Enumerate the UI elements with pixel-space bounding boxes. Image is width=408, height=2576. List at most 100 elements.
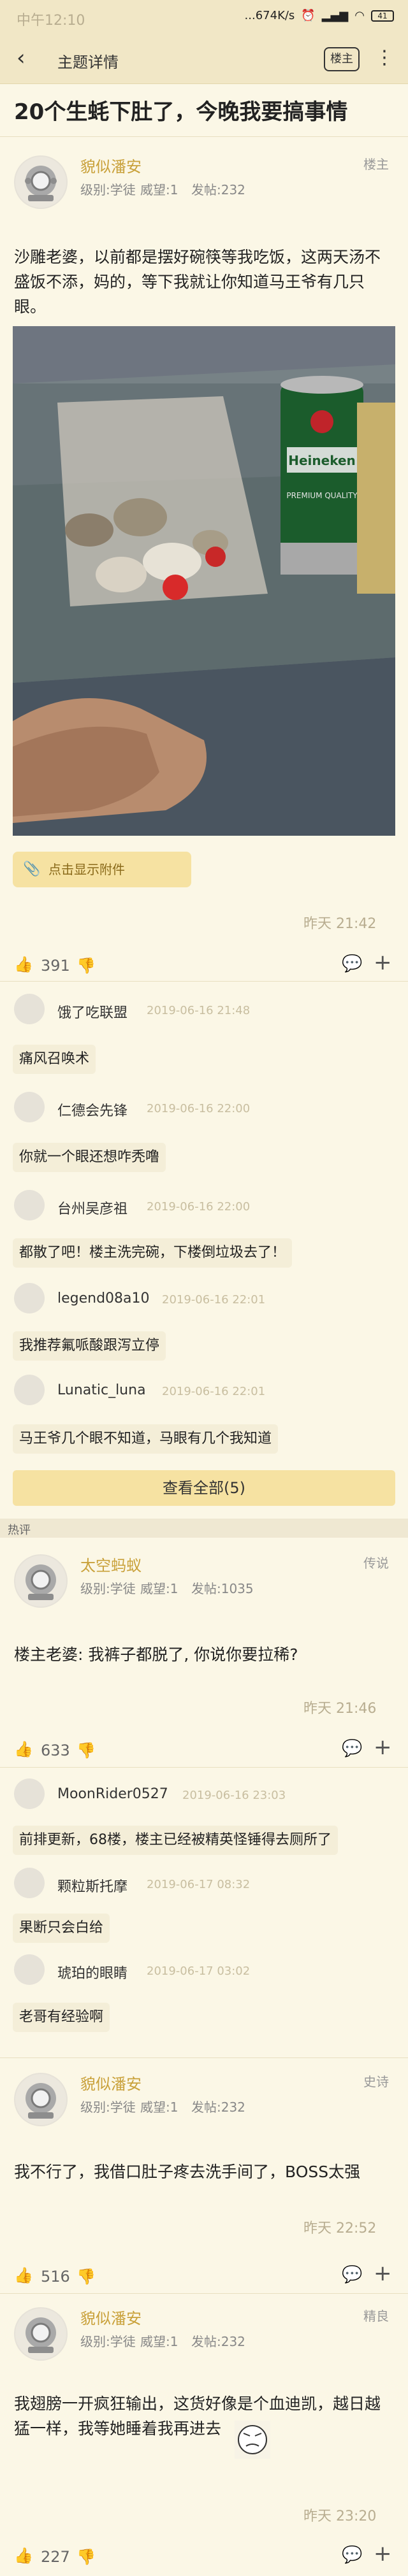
user-level: 级别:学徒 [80,1581,136,1596]
meme-face-icon [235,2421,270,2459]
plus-icon[interactable]: + [374,1736,392,1758]
comment-author[interactable]: 琥珀的眼睛 [57,1962,127,1982]
comment-time: 2019-06-16 22:01 [162,1293,266,1306]
avatar[interactable] [14,1868,45,1898]
avatar[interactable] [14,155,68,209]
thumbs-down-icon[interactable]: 👎 [76,2548,96,2566]
post-text: 楼主老婆: 我裤子都脱了, 你说你要拉稀? [14,1645,298,1664]
comment-icon[interactable]: 💬 [342,954,362,973]
avatar[interactable] [14,994,45,1024]
diving-helmet-icon [15,1556,66,1606]
post-photo[interactable]: Heineken PREMIUM QUALITY [13,326,395,836]
comment-author[interactable]: legend08a10 [57,1291,150,1306]
comment-author[interactable]: 台州吴彦祖 [57,1198,127,1218]
like-count: 227 [41,2548,70,2566]
post-text: 沙雕老婆，以前都是摆好碗筷等我吃饭，这两天汤不盛饭不添，妈的，等下我就让你知道马… [14,248,381,316]
divider [0,981,408,982]
status-bar: 中午12:10 ...674K/s ⏰ ▂▄▆ ◠ 41 [0,0,408,33]
battery-icon: 41 [371,10,394,22]
divider [0,1767,408,1768]
avatar[interactable] [14,1778,45,1809]
post-author[interactable]: 貌似潘安 [80,2306,142,2328]
thumbs-down-icon[interactable]: 👎 [76,1742,96,1759]
post-author[interactable]: 貌似潘安 [80,2072,142,2094]
comment-text: 果断只会白给 [13,1914,110,1943]
comment-time: 2019-06-16 23:03 [182,1789,286,1802]
thumbs-up-icon[interactable]: 👍 [14,2547,33,2565]
avatar[interactable] [14,2073,68,2126]
thumbs-up-icon[interactable]: 👍 [14,955,33,973]
thumbs-up-icon[interactable]: 👍 [14,1740,33,1758]
alarm-icon: ⏰ [301,9,316,22]
avatar[interactable] [14,1554,68,1608]
comment-author[interactable]: 仁德会先锋 [57,1099,127,1120]
user-level: 级别:学徒 [80,2100,136,2115]
comment-time: 2019-06-16 22:00 [147,1102,251,1115]
like-count: 633 [41,1742,70,1759]
thumbs-down-icon[interactable]: 👎 [76,2268,96,2286]
floor-tag: 精良 [363,2308,389,2324]
user-prestige: 威望:1 [140,2100,178,2115]
comment-text: 前排更新，68楼，楼主已经被精英怪锤得去厕所了 [13,1826,338,1855]
avatar[interactable] [14,1375,45,1405]
page-title: 主题详情 [57,54,119,71]
wifi-icon: ◠ [354,9,365,22]
post-text: 我不行了，我借口肚子疼去洗手间了，BOSS太强 [14,2163,361,2181]
comment-text: 痛风召唤术 [13,1045,96,1074]
user-level: 级别:学徒 [80,182,136,197]
paperclip-icon: 📎 [23,861,41,877]
avatar[interactable] [14,1190,45,1220]
post-author[interactable]: 太空蚂蚁 [80,1553,142,1575]
post-time: 昨天 22:52 [303,2221,377,2236]
plus-icon[interactable]: + [374,2263,392,2284]
sticker-image [235,2421,270,2459]
comment-icon[interactable]: 💬 [342,2545,362,2565]
hot-comments-label: 热评 [8,1524,31,1537]
comment-icon[interactable]: 💬 [342,2265,362,2284]
comment-author[interactable]: MoonRider0527 [57,1786,168,1802]
comment-text: 都散了吧！楼主洗完碗，下楼倒垃圾去了！ [13,1238,293,1268]
user-posts: 发帖:232 [191,2334,245,2349]
comment-author[interactable]: 饿了吃联盟 [57,1001,127,1022]
owner-only-button[interactable]: 楼主 [324,47,360,71]
comment-time: 2019-06-16 22:00 [147,1200,251,1213]
more-vertical-icon[interactable]: ⋮ [375,45,394,71]
post-author[interactable]: 貌似潘安 [80,154,142,176]
status-icons: ...674K/s ⏰ ▂▄▆ ◠ 41 [245,9,394,22]
comment-icon[interactable]: 💬 [342,1739,362,1758]
post-actions: 👍 516 👎 💬 + [0,2258,408,2296]
comment-time: 2019-06-17 03:02 [147,1964,251,1978]
comment-author[interactable]: 颗粒斯托摩 [57,1875,127,1896]
comment-author[interactable]: Lunatic_luna [57,1382,146,1398]
post-actions: 👍 391 👎 💬 + [0,947,408,985]
topic-title: 20个生蚝下肚了，今晚我要搞事情 [14,99,348,125]
user-prestige: 威望:1 [140,182,178,197]
comment-text: 老哥有经验啊 [13,2003,110,2032]
comment-text: 我推荐氟哌酸跟泻立停 [13,1331,166,1361]
post-time: 昨天 21:46 [303,1701,377,1717]
thumbs-down-icon[interactable]: 👎 [76,957,96,975]
attachment-label: 点击显示附件 [48,862,125,877]
avatar[interactable] [14,1954,45,1985]
plus-icon[interactable]: + [374,2543,392,2565]
avatar[interactable] [14,1092,45,1122]
photo-illustration: Heineken PREMIUM QUALITY [13,326,395,836]
avatar[interactable] [14,2307,68,2361]
thumbs-up-icon[interactable]: 👍 [14,2266,33,2284]
divider [0,2057,408,2058]
hot-comments-bar: 热评 [0,1519,408,1538]
post-time: 昨天 23:20 [303,2508,377,2524]
avatar[interactable] [14,1283,45,1313]
plus-icon[interactable]: + [374,952,392,973]
floor-tag: 楼主 [363,157,389,172]
back-chevron-icon[interactable]: ‹ [17,47,26,69]
user-level: 级别:学徒 [80,2334,136,2349]
beer-label: Heineken [288,453,356,468]
show-attachment-button[interactable]: 📎 点击显示附件 [13,852,191,887]
comment-text: 马王爷几个眼不知道，马眼有几个我知道 [13,1424,279,1454]
comment-time: 2019-06-16 21:48 [147,1004,251,1017]
user-prestige: 威望:1 [140,1581,178,1596]
divider [0,136,408,137]
network-speed: ...674K/s [244,9,295,22]
view-all-comments-button[interactable]: 查看全部(5) [13,1470,395,1506]
